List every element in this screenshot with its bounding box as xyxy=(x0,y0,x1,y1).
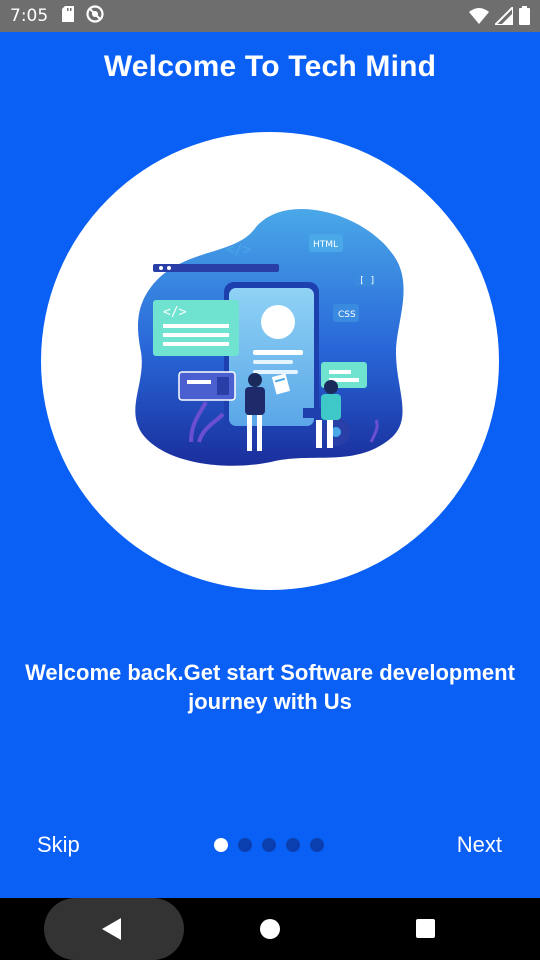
wifi-icon xyxy=(469,7,489,30)
status-bar: 7:05 xyxy=(0,0,540,32)
page-indicator xyxy=(214,838,324,852)
page-dot-5[interactable] xyxy=(310,838,324,852)
onboarding-screen: Welcome To Tech Mind </> </> HTML [] CS… xyxy=(0,32,540,898)
page-title: Welcome To Tech Mind xyxy=(103,50,437,83)
recents-icon[interactable] xyxy=(416,919,435,938)
html-tag: HTML xyxy=(313,240,338,250)
battery-icon xyxy=(519,6,530,30)
floating-code-tag: </> xyxy=(226,242,251,258)
page-dot-2[interactable] xyxy=(238,838,252,852)
brackets-tag: [ ] xyxy=(359,276,375,286)
code-tag-text: </> xyxy=(163,305,187,320)
signal-icon xyxy=(492,4,514,30)
sd-card-icon xyxy=(62,5,76,27)
skip-button[interactable]: Skip xyxy=(37,832,80,858)
onboarding-message: Welcome back.Get start Software developm… xyxy=(25,660,515,714)
system-nav-bar xyxy=(0,898,540,960)
page-dot-1[interactable] xyxy=(214,838,228,852)
css-tag: CSS xyxy=(338,310,356,320)
page-dot-4[interactable] xyxy=(286,838,300,852)
software-development-illustration: </> </> HTML [ ] CSS xyxy=(135,208,404,466)
home-icon[interactable] xyxy=(260,919,280,939)
status-time: 7:05 xyxy=(10,6,49,26)
back-icon[interactable] xyxy=(102,918,121,940)
next-button[interactable]: Next xyxy=(457,832,502,858)
illustration-circle: </> </> HTML [ ] CSS xyxy=(41,132,499,590)
page-dot-3[interactable] xyxy=(262,838,276,852)
no-disturb-icon xyxy=(86,4,104,28)
